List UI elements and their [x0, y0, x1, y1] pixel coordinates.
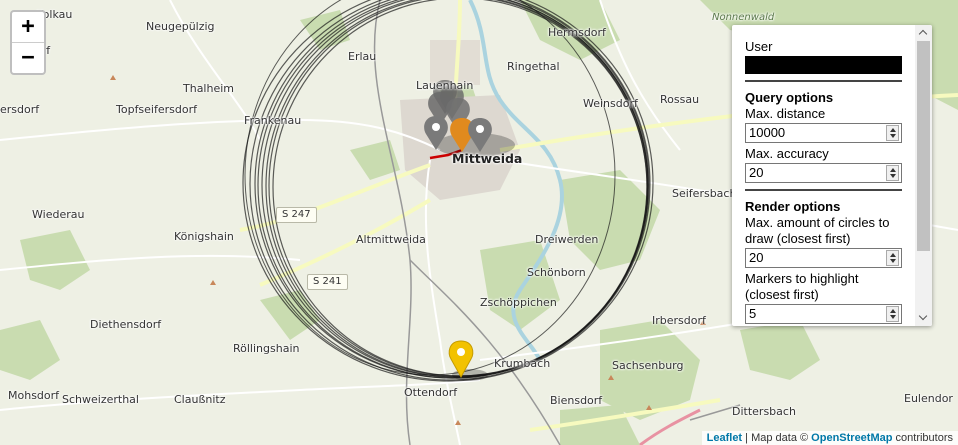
- road-label: S 247: [276, 207, 317, 223]
- place-label: Sachsenburg: [612, 359, 684, 372]
- attribution-separator: | Map data ©: [742, 432, 812, 444]
- markers-highlight-label: Markers to highlight (closest first): [745, 271, 859, 302]
- place-label: Claußnitz: [174, 393, 226, 406]
- attribution-suffix: contributors: [892, 432, 953, 444]
- max-circles-label: Max. amount of circles to draw (closest …: [745, 215, 890, 246]
- place-label: Thalheim: [183, 82, 234, 95]
- place-label: Altmittweida: [356, 233, 426, 246]
- place-label: Dittersbach: [732, 405, 796, 418]
- zoom-out-button[interactable]: −: [12, 42, 44, 73]
- max-accuracy-label: Max. accuracy: [745, 146, 829, 161]
- scroll-up-icon[interactable]: [915, 25, 932, 41]
- max-circles-value: 20: [749, 250, 764, 265]
- place-label: ersdorf: [0, 103, 40, 116]
- place-label: Neugepülzig: [146, 20, 215, 33]
- place-label: Mittweida: [452, 151, 523, 166]
- place-label: Biensdorf: [550, 394, 603, 407]
- place-label: Schweizerthal: [62, 393, 139, 406]
- max-accuracy-input[interactable]: 20: [745, 163, 902, 183]
- max-accuracy-value: 20: [749, 165, 764, 180]
- max-accuracy-spinner[interactable]: [886, 165, 899, 181]
- divider: [745, 80, 902, 82]
- map-attribution: Leaflet | Map data © OpenStreetMap contr…: [701, 431, 958, 445]
- place-label: Ringethal: [507, 60, 560, 73]
- place-label: Topfseifersdorf: [116, 103, 197, 116]
- place-label: Weinsdorf: [583, 97, 638, 110]
- place-label: Diethensdorf: [90, 318, 162, 331]
- divider: [745, 189, 902, 191]
- place-label: Mohsdorf: [8, 389, 60, 402]
- place-label: Wiederau: [32, 208, 85, 221]
- place-label: Röllingshain: [233, 342, 300, 355]
- road-label: S 241: [307, 274, 348, 290]
- place-label: Eulendor: [904, 392, 953, 405]
- markers-highlight-value: 5: [749, 306, 757, 321]
- place-label: Hermsdorf: [548, 26, 606, 39]
- max-distance-value: 10000: [749, 125, 786, 140]
- scrollbar-thumb[interactable]: [917, 41, 930, 251]
- max-circles-input[interactable]: 20: [745, 248, 902, 268]
- place-label: Zschöppichen: [480, 296, 557, 309]
- max-distance-spinner[interactable]: [886, 125, 899, 141]
- max-circles-spinner[interactable]: [886, 250, 899, 266]
- markers-highlight-spinner[interactable]: [886, 306, 899, 322]
- markers-highlight-input[interactable]: 5: [745, 304, 902, 324]
- place-label: Erlau: [348, 50, 377, 63]
- place-label: Ottendorf: [404, 386, 458, 399]
- zoom-control: + −: [10, 10, 46, 75]
- place-label: Lauenhain: [416, 79, 474, 92]
- osm-link[interactable]: OpenStreetMap: [811, 432, 892, 444]
- options-panel: User Query options Max. distance 10000 M…: [732, 25, 932, 326]
- render-options-heading: Render options: [745, 199, 841, 214]
- place-label: Seifersbach: [672, 187, 737, 200]
- place-label: Irbersdorf: [652, 314, 706, 327]
- place-label: Rossau: [660, 93, 700, 106]
- place-label: Frankenau: [244, 114, 302, 127]
- user-label: User: [745, 39, 773, 54]
- scroll-down-icon[interactable]: [915, 310, 932, 326]
- query-options-heading: Query options: [745, 90, 834, 105]
- place-label: Nonnenwald: [712, 12, 775, 23]
- max-distance-input[interactable]: 10000: [745, 123, 902, 143]
- user-input[interactable]: [745, 56, 902, 74]
- place-label: Dreiwerden: [535, 233, 599, 246]
- max-distance-label: Max. distance: [745, 106, 826, 121]
- place-label: Krumbach: [494, 357, 551, 370]
- zoom-in-button[interactable]: +: [12, 12, 44, 42]
- place-label: Königshain: [174, 230, 234, 243]
- leaflet-link[interactable]: Leaflet: [707, 432, 742, 444]
- place-label: Schönborn: [527, 266, 586, 279]
- panel-scrollbar[interactable]: [915, 25, 932, 326]
